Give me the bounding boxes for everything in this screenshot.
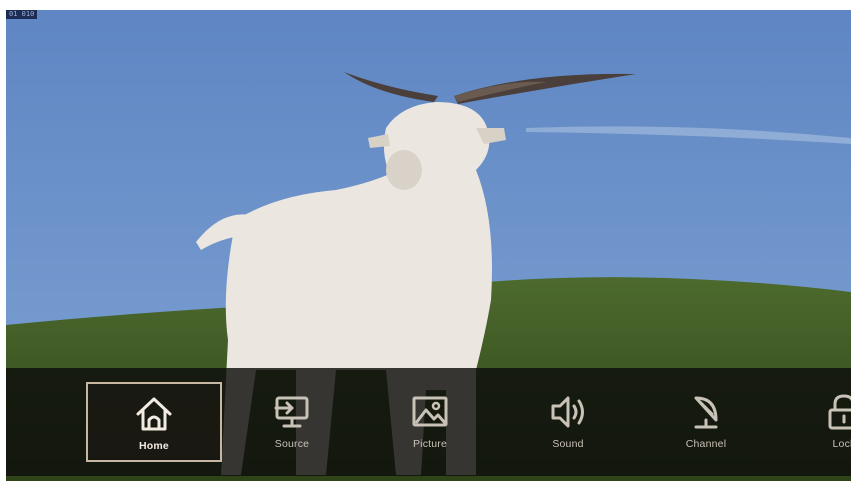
home-icon [136, 397, 172, 431]
menu-item-picture[interactable]: Picture [362, 382, 498, 462]
source-input-icon [274, 396, 309, 428]
lock-icon [828, 394, 851, 430]
menu-item-label: Picture [412, 438, 448, 450]
menu-item-source[interactable]: Source [224, 382, 360, 462]
menu-item-label: Lock [832, 438, 851, 450]
menu-item-label: Channel [685, 438, 727, 450]
tv-screen: 01 010 Home Source Picture Sound Channel… [6, 10, 851, 481]
speaker-icon [551, 396, 584, 428]
osd-status-badge: 01 010 [6, 10, 38, 19]
menu-item-sound[interactable]: Sound [500, 382, 636, 462]
menu-item-label: Home [139, 440, 169, 452]
picture-icon [412, 396, 448, 427]
menu-item-lock[interactable]: Lock [776, 382, 851, 462]
menu-item-label: Source [274, 438, 310, 450]
menu-item-home[interactable]: Home [86, 382, 222, 462]
menu-item-label: Sound [552, 438, 584, 450]
quick-menu-bar: Home Source Picture Sound Channel Loc [6, 368, 851, 476]
menu-item-channel[interactable]: Channel [638, 382, 774, 462]
satellite-dish-icon [694, 396, 718, 429]
